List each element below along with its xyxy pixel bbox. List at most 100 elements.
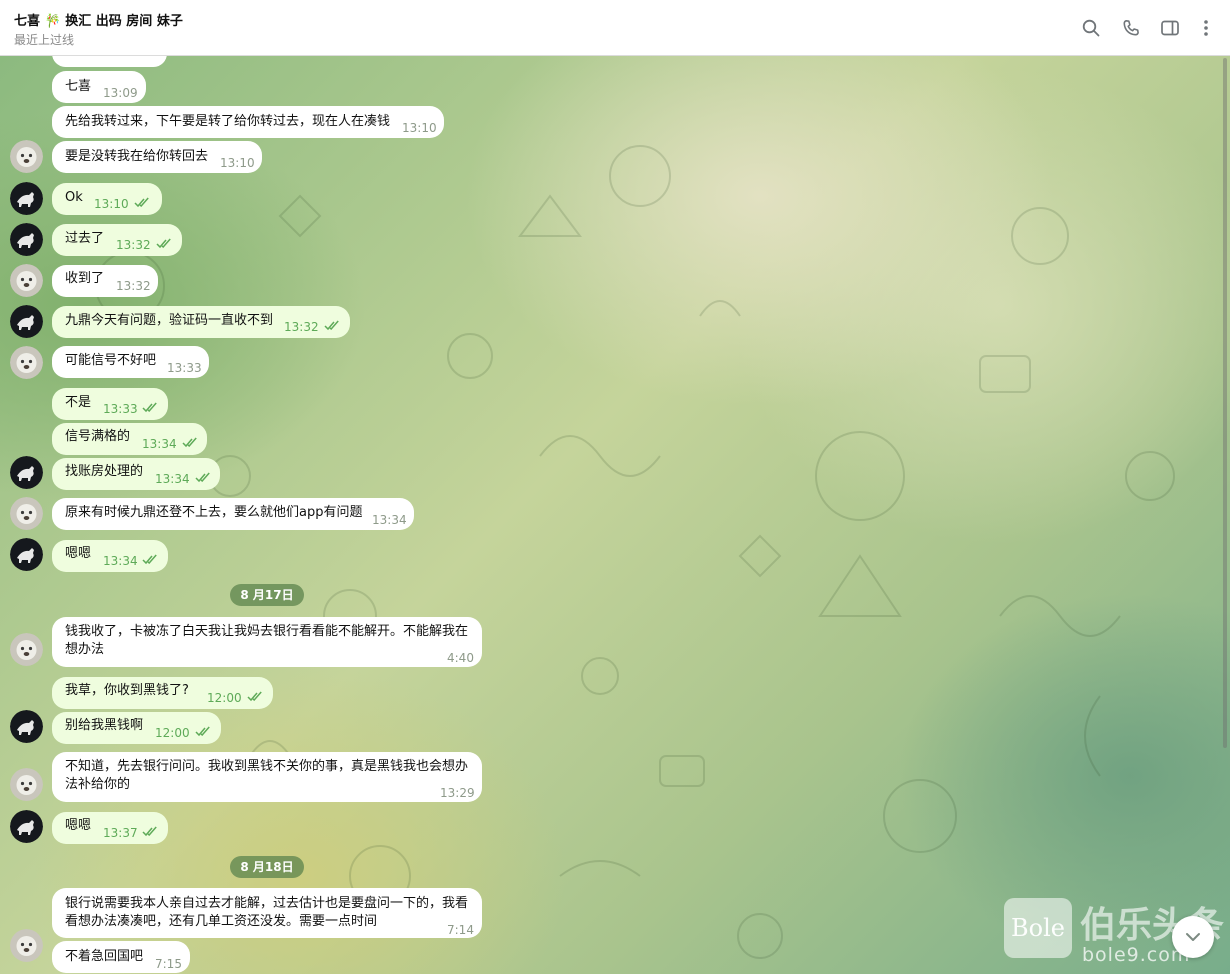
contact-avatar[interactable] [10,497,43,530]
message-text: 钱我收了，卡被冻了白天我让我妈去银行看看能不能解开。不能解我在 [65,624,469,639]
message-text: 不知道，先去银行问问。我收到黑钱不关你的事，真是黑钱我也会想办 [65,759,469,774]
message-bubble[interactable]: 先给我转过来，下午要是转了给你转过去，现在人在凑钱 13:10 [52,106,444,138]
message-text: 别给我黑钱啊 [65,718,144,733]
double-check-icon [324,320,341,331]
message-bubble[interactable]: 信号满格的 13:34 [52,423,207,455]
double-check-icon [142,826,159,837]
message-bubble[interactable]: 嗯嗯 13:37 [52,812,168,844]
search-icon[interactable] [1081,18,1101,38]
double-check-icon [182,437,199,448]
message-text: 法补给你的 [65,777,131,792]
scroll-to-bottom-button[interactable] [1172,916,1214,958]
message-bubble[interactable]: 九鼎今天有问题，验证码一直收不到 13:32 [52,306,350,338]
message-text: 嗯嗯 [65,818,92,833]
message-time: 13:29 [440,786,475,800]
contact-avatar[interactable] [10,140,43,173]
double-check-icon [195,726,212,737]
message-time: 13:34 [372,513,407,527]
watermark-logo: Bole [1004,898,1072,958]
contact-avatar[interactable] [10,346,43,379]
message-text: 过去了 [65,231,105,246]
message-bubble[interactable]: 银行说需要我本人亲自过去才能解，过去估计也是要盘问一下的，我看 看想办法凑凑吧，… [52,888,482,938]
message-bubble[interactable]: 七喜 13:09 [52,71,146,103]
message-time: 12:00 [155,726,190,740]
double-check-icon [142,402,159,413]
message-text: 银行说需要我本人亲自过去才能解，过去估计也是要盘问一下的，我看 [65,896,469,911]
self-avatar[interactable] [10,710,43,743]
message-text: 我草，你收到黑钱了? [65,683,189,698]
message-text: 信号满格的 [65,429,131,444]
message-time: 13:37 [103,826,138,840]
message-time: 13:10 [402,121,437,135]
self-avatar[interactable] [10,223,43,256]
message-time: 13:34 [155,472,190,486]
message-bubble[interactable]: 过去了 13:32 [52,224,182,256]
chat-header: 七喜 🎋 换汇 出码 房间 妹子 最近上过线 [0,0,1230,56]
message-text: 看想办法凑凑吧，还有几单工资还没发。需要一点时间 [65,914,378,929]
message-time: 7:14 [447,923,474,937]
message-text: 要是没转我在给你转回去 [65,149,209,164]
contact-avatar[interactable] [10,633,43,666]
message-time: 13:34 [103,554,138,568]
message-time: 13:32 [116,279,151,293]
last-seen-status: 最近上过线 [14,33,75,47]
self-avatar[interactable] [10,810,43,843]
message-bubble[interactable]: 我草，你收到黑钱了? 12:00 [52,677,273,709]
date-separator: 8 月18日 [230,856,304,878]
message-bubble[interactable]: 找账房处理的 13:34 [52,458,220,490]
message-time: 13:33 [167,361,202,375]
message-time: 13:32 [116,238,151,252]
double-check-icon [156,238,173,249]
message-time: 4:40 [447,651,474,665]
sidebar-toggle-icon[interactable] [1160,18,1180,38]
message-text: 原来有时候九鼎还登不上去，要么就他们app有问题 [65,505,363,520]
self-avatar[interactable] [10,305,43,338]
message-bubble[interactable]: 收到了 13:32 [52,265,158,297]
message-bubble[interactable]: 要是没转我在给你转回去 13:10 [52,141,262,173]
contact-avatar[interactable] [10,264,43,297]
message-time: 13:10 [220,156,255,170]
message-text: 找账房处理的 [65,464,144,479]
self-avatar[interactable] [10,456,43,489]
message-bubble[interactable]: 不着急回国吧 7:15 [52,941,190,973]
message-time: 7:15 [155,957,182,971]
message-text: 九鼎今天有问题，验证码一直收不到 [65,313,274,328]
chat-title[interactable]: 七喜 🎋 换汇 出码 房间 妹子 [14,10,183,29]
double-check-icon [142,554,159,565]
self-avatar[interactable] [10,182,43,215]
phone-icon[interactable] [1121,18,1141,38]
more-vert-icon[interactable] [1196,18,1216,38]
message-time: 13:34 [142,437,177,451]
message-time: 13:32 [284,320,319,334]
message-bubble[interactable]: 别给我黑钱啊 12:00 [52,712,221,744]
double-check-icon [247,691,264,702]
message-bubble[interactable]: 不知道，先去银行问问。我收到黑钱不关你的事，真是黑钱我也会想办 法补给你的 13… [52,752,482,802]
contact-avatar[interactable] [10,768,43,801]
message-text: 不着急回国吧 [65,949,144,964]
double-check-icon [134,197,151,208]
message-time: 13:09 [103,86,138,100]
message-text: Ok [65,190,83,205]
message-text: 可能信号不好吧 [65,353,157,368]
message-text: 想办法 [65,642,105,657]
message-text: 嗯嗯 [65,546,92,561]
message-time: 13:10 [94,197,129,211]
message-bubble[interactable]: Ok 13:10 [52,183,162,215]
message-text: 收到了 [65,271,105,286]
scrollbar[interactable] [1223,58,1227,748]
message-text: 七喜 [65,79,92,94]
self-avatar[interactable] [10,538,43,571]
message-bubble[interactable]: 原来有时候九鼎还登不上去，要么就他们app有问题 13:34 [52,498,414,530]
message-bubble[interactable]: 可能信号不好吧 13:33 [52,346,209,378]
chevron-down-icon [1186,933,1200,941]
contact-avatar[interactable] [10,929,43,962]
message-text: 不是 [65,395,92,410]
message-bubble[interactable]: 嗯嗯 13:34 [52,540,168,572]
double-check-icon [195,472,212,483]
message-bubble[interactable]: 不是 13:33 [52,388,168,420]
message-time: 12:00 [207,691,242,705]
message-text: 先给我转过来，下午要是转了给你转过去，现在人在凑钱 [65,114,391,129]
date-separator: 8 月17日 [230,584,304,606]
message-time: 13:33 [103,402,138,416]
message-bubble[interactable]: 钱我收了，卡被冻了白天我让我妈去银行看看能不能解开。不能解我在 想办法 4:40 [52,617,482,667]
